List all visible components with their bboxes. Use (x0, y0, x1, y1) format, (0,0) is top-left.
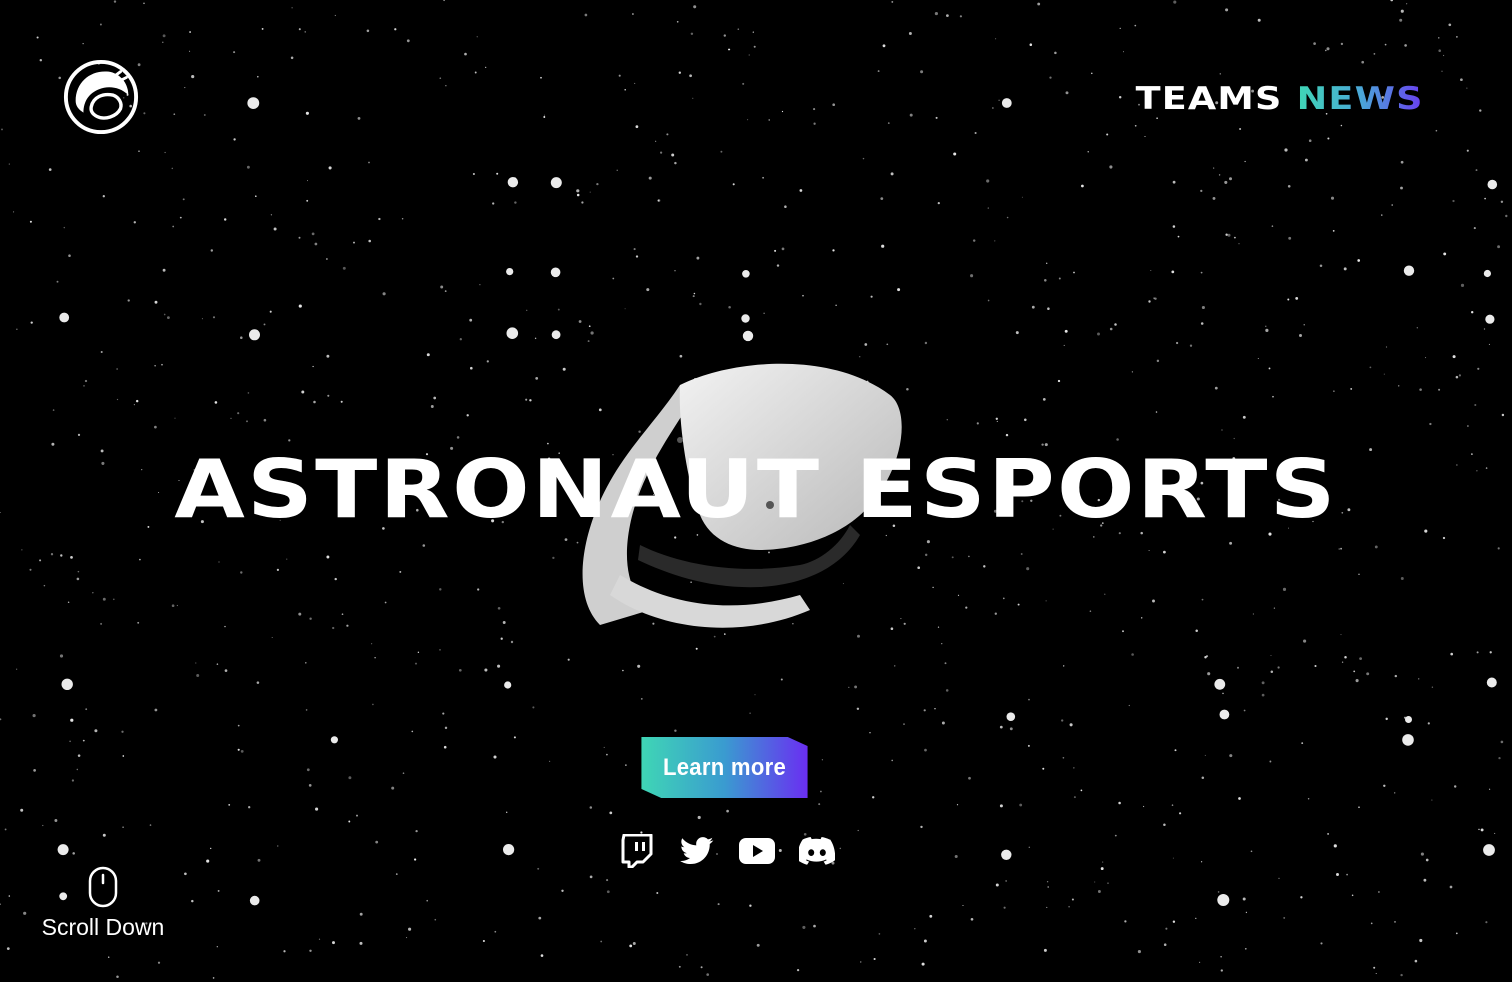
main-nav: TEAMS NEWS (1135, 80, 1424, 118)
hero-title: ASTRONAUT ESPORTS (174, 443, 1338, 536)
learn-more-button[interactable]: Learn more (641, 737, 808, 798)
mouse-icon (88, 866, 118, 908)
nav-item-teams[interactable]: TEAMS (1135, 80, 1282, 118)
discord-icon[interactable] (798, 832, 836, 870)
scroll-down-hint[interactable]: Scroll Down (28, 866, 178, 941)
nav-item-news[interactable]: NEWS (1297, 80, 1424, 118)
twitter-icon[interactable] (678, 832, 716, 870)
social-links (618, 832, 836, 870)
scroll-down-label: Scroll Down (41, 914, 165, 940)
twitch-icon[interactable] (618, 832, 656, 870)
astronaut-helmet-logo[interactable] (62, 58, 140, 136)
youtube-icon[interactable] (738, 832, 776, 870)
